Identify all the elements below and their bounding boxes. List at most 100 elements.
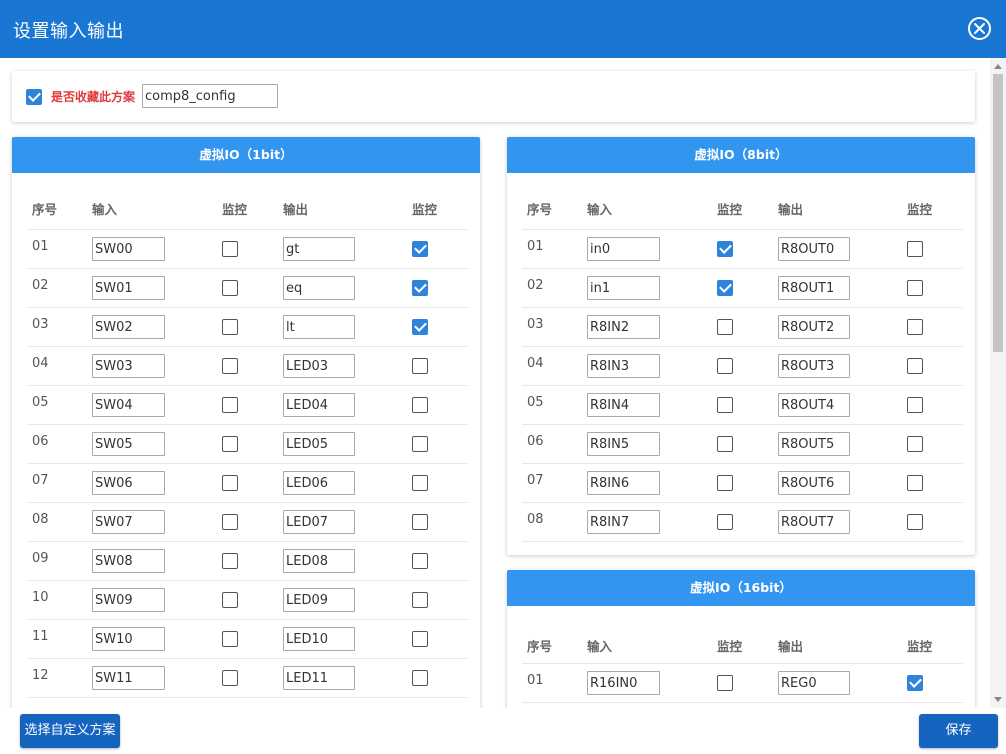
input-monitor-checkbox[interactable] [222, 319, 238, 335]
input-monitor-checkbox[interactable] [222, 358, 238, 374]
output-signal-field[interactable] [778, 471, 850, 495]
scrollbar-thumb[interactable] [993, 74, 1003, 352]
output-signal-field[interactable] [778, 432, 850, 456]
input-signal-field[interactable] [587, 276, 660, 300]
output-signal-field[interactable] [283, 393, 355, 417]
output-signal-field[interactable] [778, 315, 850, 339]
input-signal-field[interactable] [587, 315, 660, 339]
output-monitor-checkbox[interactable] [907, 241, 923, 257]
output-signal-field[interactable] [283, 510, 355, 534]
input-monitor-checkbox[interactable] [717, 436, 733, 452]
scheme-name-input[interactable] [142, 84, 278, 108]
save-button[interactable]: 保存 [919, 714, 998, 748]
input-monitor-checkbox[interactable] [222, 280, 238, 296]
output-signal-field[interactable] [283, 666, 355, 690]
input-signal-field[interactable] [587, 354, 660, 378]
input-signal-field[interactable] [92, 276, 165, 300]
input-signal-field[interactable] [92, 588, 165, 612]
choose-custom-scheme-button[interactable]: 选择自定义方案 [20, 714, 120, 748]
input-signal-field[interactable] [92, 354, 165, 378]
output-signal-field[interactable] [778, 237, 850, 261]
output-monitor-checkbox[interactable] [412, 358, 428, 374]
close-icon[interactable] [968, 17, 991, 40]
output-monitor-checkbox[interactable] [412, 280, 428, 296]
output-signal-field[interactable] [778, 276, 850, 300]
favorite-checkbox[interactable] [26, 89, 42, 105]
output-signal-field[interactable] [778, 510, 850, 534]
row-divider [522, 702, 963, 703]
input-signal-field[interactable] [92, 666, 165, 690]
output-signal-field[interactable] [283, 627, 355, 651]
input-monitor-checkbox[interactable] [717, 319, 733, 335]
row-index: 05 [32, 395, 49, 410]
output-signal-field[interactable] [283, 237, 355, 261]
input-monitor-checkbox[interactable] [222, 436, 238, 452]
input-signal-field[interactable] [587, 432, 660, 456]
output-signal-field[interactable] [283, 432, 355, 456]
output-signal-field[interactable] [283, 354, 355, 378]
input-monitor-checkbox[interactable] [717, 397, 733, 413]
input-monitor-checkbox[interactable] [717, 358, 733, 374]
input-monitor-checkbox[interactable] [222, 631, 238, 647]
output-monitor-checkbox[interactable] [412, 592, 428, 608]
output-monitor-checkbox[interactable] [412, 631, 428, 647]
output-signal-field[interactable] [283, 588, 355, 612]
output-monitor-checkbox[interactable] [412, 397, 428, 413]
output-monitor-checkbox[interactable] [907, 397, 923, 413]
input-monitor-checkbox[interactable] [222, 553, 238, 569]
col-output-monitor: 监控 [907, 202, 933, 217]
col-input: 输入 [587, 202, 613, 217]
input-signal-field[interactable] [92, 237, 165, 261]
input-signal-field[interactable] [92, 627, 165, 651]
input-monitor-checkbox[interactable] [717, 475, 733, 491]
output-signal-field[interactable] [778, 354, 850, 378]
input-monitor-checkbox[interactable] [222, 475, 238, 491]
input-signal-field[interactable] [587, 510, 660, 534]
output-signal-field[interactable] [283, 276, 355, 300]
row-divider [27, 229, 468, 230]
input-monitor-checkbox[interactable] [222, 670, 238, 686]
output-monitor-checkbox[interactable] [907, 675, 923, 691]
output-signal-field[interactable] [778, 671, 850, 695]
col-input-monitor: 监控 [717, 639, 743, 654]
output-monitor-checkbox[interactable] [907, 358, 923, 374]
output-signal-field[interactable] [283, 315, 355, 339]
input-signal-field[interactable] [587, 237, 660, 261]
input-monitor-checkbox[interactable] [717, 675, 733, 691]
output-monitor-checkbox[interactable] [907, 514, 923, 530]
output-monitor-checkbox[interactable] [412, 670, 428, 686]
output-monitor-checkbox[interactable] [412, 319, 428, 335]
input-monitor-checkbox[interactable] [717, 280, 733, 296]
output-monitor-checkbox[interactable] [412, 514, 428, 530]
input-signal-field[interactable] [587, 393, 660, 417]
output-signal-field[interactable] [283, 549, 355, 573]
vertical-scrollbar[interactable] [990, 58, 1006, 708]
input-monitor-checkbox[interactable] [222, 592, 238, 608]
output-monitor-checkbox[interactable] [412, 475, 428, 491]
scroll-down-arrow-icon[interactable] [994, 697, 1002, 702]
input-signal-field[interactable] [92, 315, 165, 339]
output-signal-field[interactable] [283, 471, 355, 495]
output-signal-field[interactable] [778, 393, 850, 417]
output-monitor-checkbox[interactable] [412, 436, 428, 452]
input-signal-field[interactable] [587, 671, 660, 695]
input-monitor-checkbox[interactable] [222, 241, 238, 257]
input-monitor-checkbox[interactable] [222, 514, 238, 530]
output-monitor-checkbox[interactable] [412, 553, 428, 569]
scroll-up-arrow-icon[interactable] [994, 64, 1002, 69]
panel-1bit-title: 虚拟IO（1bit） [12, 137, 480, 173]
input-monitor-checkbox[interactable] [717, 241, 733, 257]
input-signal-field[interactable] [92, 549, 165, 573]
input-monitor-checkbox[interactable] [222, 397, 238, 413]
output-monitor-checkbox[interactable] [907, 475, 923, 491]
input-signal-field[interactable] [92, 432, 165, 456]
input-monitor-checkbox[interactable] [717, 514, 733, 530]
output-monitor-checkbox[interactable] [907, 436, 923, 452]
input-signal-field[interactable] [92, 393, 165, 417]
input-signal-field[interactable] [92, 510, 165, 534]
output-monitor-checkbox[interactable] [412, 241, 428, 257]
input-signal-field[interactable] [92, 471, 165, 495]
output-monitor-checkbox[interactable] [907, 319, 923, 335]
output-monitor-checkbox[interactable] [907, 280, 923, 296]
input-signal-field[interactable] [587, 471, 660, 495]
